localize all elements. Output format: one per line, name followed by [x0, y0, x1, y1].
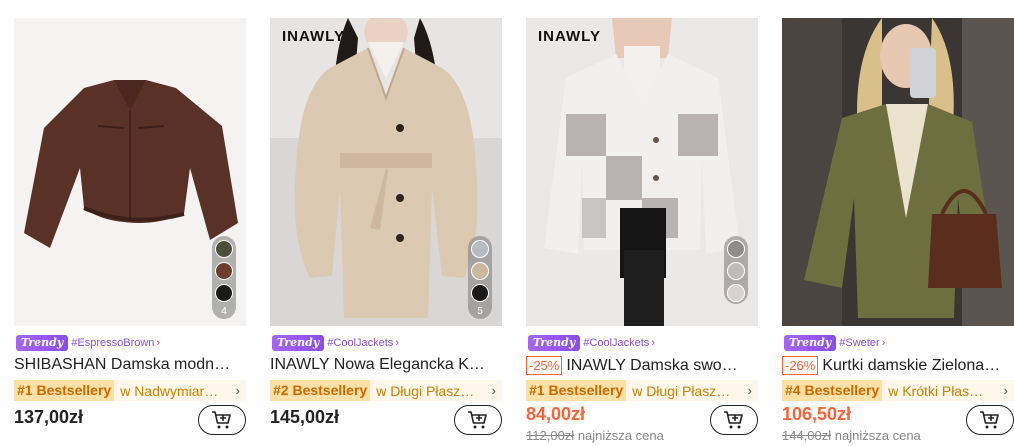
old-price: 112,00zł: [526, 428, 575, 443]
color-swatch[interactable]: [215, 284, 233, 302]
swatch-count: 4: [221, 306, 227, 317]
rank-category: w Długi Płasz…: [632, 382, 731, 399]
color-swatch[interactable]: [727, 240, 745, 258]
swatch-count: 5: [477, 306, 483, 317]
discount-badge: -25%: [526, 356, 563, 375]
trendy-badge: Trendy: [784, 334, 837, 351]
product-title[interactable]: -25% INAWLY Damska swo…: [526, 356, 758, 375]
product-image[interactable]: INAWLY: [526, 18, 758, 326]
hashtag-link[interactable]: #CoolJackets: [583, 337, 649, 349]
add-to-cart-button[interactable]: [966, 405, 1014, 435]
color-swatch[interactable]: [471, 240, 489, 258]
trendy-badge: Trendy: [16, 334, 69, 351]
discount-badge: -26%: [782, 356, 819, 375]
lowest-price-label: najniższa cena: [834, 428, 921, 443]
color-swatch[interactable]: [471, 284, 489, 302]
product-card[interactable]: Trendy #Sweter › -26% Kurtki damskie Zie…: [782, 18, 1014, 446]
old-price-line: 144,00zł najniższa cena: [782, 428, 921, 443]
bestseller-rank[interactable]: #1 Bestsellery w Długi Płasz… ›: [526, 380, 758, 401]
chevron-right-icon: ›: [395, 336, 399, 349]
lowest-price-label: najniższa cena: [577, 428, 664, 443]
add-to-cart-icon: [468, 411, 487, 429]
bestseller-rank[interactable]: #2 Bestsellery w Długi Płasz… ›: [270, 380, 502, 401]
sale-price: 106,50zł: [782, 404, 852, 424]
product-image[interactable]: INAWLY 5: [270, 18, 502, 326]
hashtag-link[interactable]: #CoolJackets: [327, 337, 393, 349]
product-card[interactable]: 4 Trendy #EspressoBrown › SHIBASHAN Dams…: [14, 18, 246, 446]
old-price: 144,00zł: [782, 428, 832, 443]
color-swatch[interactable]: [727, 262, 745, 280]
bestseller-rank[interactable]: #4 Bestsellery w Krótki Płas… ›: [782, 380, 1014, 401]
price: 145,00zł: [270, 407, 340, 427]
add-to-cart-icon: [980, 411, 999, 429]
trend-tag-row[interactable]: Trendy #CoolJackets ›: [528, 334, 655, 351]
trend-tag-row[interactable]: Trendy #Sweter ›: [784, 334, 885, 351]
product-image[interactable]: 4: [14, 18, 246, 326]
rank-badge: #4 Bestsellery: [782, 380, 883, 401]
product-title-text[interactable]: Kurtki damskie Zielona…: [822, 357, 1000, 375]
old-price-line: 112,00zł najniższa cena: [526, 428, 664, 443]
trendy-badge: Trendy: [272, 334, 325, 351]
product-card[interactable]: INAWLY Trendy #CoolJackets › -25% INAWLY…: [526, 18, 758, 446]
add-to-cart-button[interactable]: [710, 405, 758, 435]
chevron-right-icon: ›: [881, 336, 886, 349]
product-card[interactable]: INAWLY 5 Trendy #CoolJackets › INAWLY No…: [270, 18, 502, 446]
rank-category: w Nadwymiar…: [120, 382, 219, 399]
color-swatches[interactable]: 4: [212, 236, 236, 319]
color-swatches[interactable]: 5: [468, 236, 492, 319]
trend-tag-row[interactable]: Trendy #EspressoBrown ›: [16, 334, 160, 351]
brand-watermark: INAWLY: [538, 28, 601, 45]
rank-badge: #1 Bestsellery: [14, 380, 115, 401]
color-swatch[interactable]: [215, 262, 233, 280]
chevron-right-icon: ›: [156, 336, 161, 349]
rank-category: w Krótki Płas…: [888, 382, 984, 399]
product-title[interactable]: INAWLY Nowa Elegancka K…: [270, 356, 502, 374]
color-swatches[interactable]: [724, 236, 748, 304]
add-to-cart-icon: [724, 411, 743, 429]
sale-price: 84,00zł: [526, 404, 586, 424]
brand-watermark: INAWLY: [282, 28, 345, 45]
bestseller-rank[interactable]: #1 Bestsellery w Nadwymiar… ›: [14, 380, 246, 401]
color-swatch[interactable]: [471, 262, 489, 280]
add-to-cart-icon: [212, 411, 231, 429]
product-title[interactable]: SHIBASHAN Damska modn…: [14, 356, 246, 374]
price: 137,00zł: [14, 407, 84, 427]
chevron-right-icon: ›: [1003, 383, 1008, 398]
trend-tag-row[interactable]: Trendy #CoolJackets ›: [272, 334, 399, 351]
hashtag-link[interactable]: #Sweter: [839, 337, 879, 349]
chevron-right-icon: ›: [491, 383, 496, 398]
chevron-right-icon: ›: [747, 383, 752, 398]
rank-badge: #1 Bestsellery: [526, 380, 627, 401]
color-swatch[interactable]: [215, 240, 233, 258]
chevron-right-icon: ›: [651, 336, 655, 349]
product-title[interactable]: -26% Kurtki damskie Zielona…: [782, 356, 1014, 375]
hashtag-link[interactable]: #EspressoBrown: [71, 337, 154, 349]
add-to-cart-button[interactable]: [454, 405, 502, 435]
product-title-text[interactable]: INAWLY Nowa Elegancka K…: [270, 356, 485, 374]
add-to-cart-button[interactable]: [198, 405, 246, 435]
trendy-badge: Trendy: [528, 334, 581, 351]
rank-badge: #2 Bestsellery: [270, 380, 371, 401]
product-title-text[interactable]: SHIBASHAN Damska modn…: [14, 356, 230, 374]
product-title-text[interactable]: INAWLY Damska swo…: [566, 357, 737, 375]
chevron-right-icon: ›: [235, 383, 240, 398]
product-photo: [782, 18, 1014, 326]
product-image[interactable]: [782, 18, 1014, 326]
rank-category: w Długi Płasz…: [376, 382, 475, 399]
color-swatch[interactable]: [727, 284, 745, 302]
